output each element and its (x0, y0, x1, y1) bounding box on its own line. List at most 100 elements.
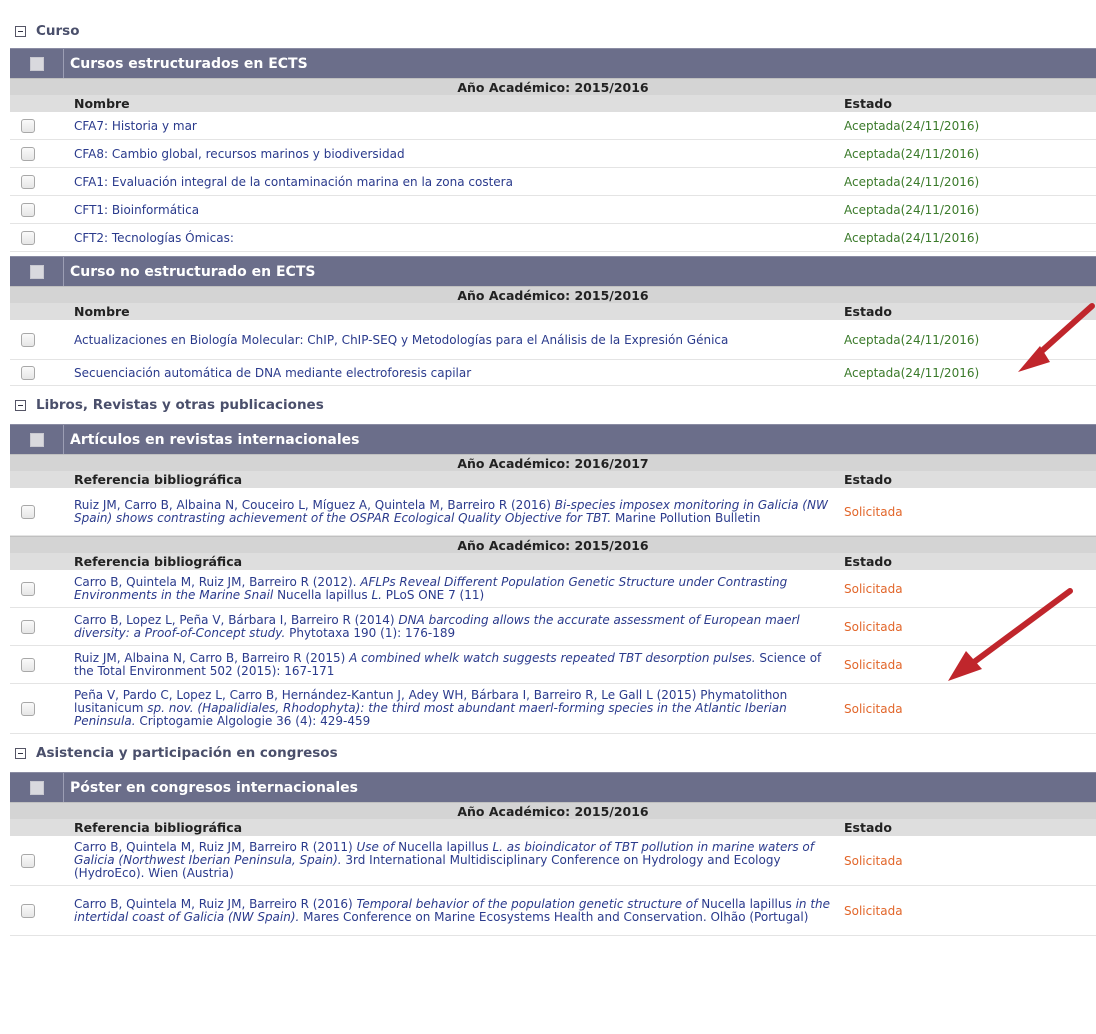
status-text: Aceptada(24/11/2016) (844, 174, 980, 189)
row-checkbox[interactable] (21, 657, 35, 672)
select-all-checkbox[interactable] (29, 264, 44, 279)
section-title: Asistencia y participación en congresos (36, 745, 338, 761)
category-header-poster: Póster en congresos internacionales (10, 772, 1096, 802)
table-row: Carro B, Quintela M, Ruiz JM, Barreiro R… (10, 570, 1096, 608)
select-all-cell[interactable] (10, 773, 64, 802)
col-name: Nombre (74, 304, 130, 319)
row-checkbox[interactable] (21, 174, 35, 189)
collapse-icon[interactable] (15, 25, 26, 37)
col-ref: Referencia bibliográfica (74, 472, 243, 487)
course-link[interactable]: CFT1: Bioinformática (74, 203, 199, 217)
col-state: Estado (844, 554, 892, 569)
row-checkbox[interactable] (21, 230, 35, 245)
col-ref: Referencia bibliográfica (74, 554, 243, 569)
table-row: Ruiz JM, Carro B, Albaina N, Couceiro L,… (10, 488, 1096, 536)
row-checkbox[interactable] (21, 619, 35, 634)
status-text: Aceptada(24/11/2016) (844, 202, 980, 217)
row-checkbox[interactable] (21, 118, 35, 133)
status-text: Solicitada (844, 619, 903, 634)
column-header: Referencia bibliográfica Estado (10, 471, 1096, 488)
row-checkbox[interactable] (21, 365, 35, 380)
table-row: Ruiz JM, Albaina N, Carro B, Barreiro R … (10, 646, 1096, 684)
status-text: Solicitada (844, 903, 903, 918)
row-checkbox[interactable] (21, 202, 35, 217)
category-title: Curso no estructurado en ECTS (70, 263, 316, 280)
collapse-icon[interactable] (15, 399, 26, 411)
status-text: Aceptada(24/11/2016) (844, 332, 980, 347)
status-text: Solicitada (844, 657, 903, 672)
row-checkbox[interactable] (21, 701, 35, 716)
status-text: Aceptada(24/11/2016) (844, 365, 980, 380)
col-state: Estado (844, 472, 892, 487)
select-all-checkbox[interactable] (29, 56, 44, 71)
status-text: Aceptada(24/11/2016) (844, 230, 980, 245)
section-title: Libros, Revistas y otras publicaciones (36, 397, 324, 413)
row-checkbox[interactable] (21, 581, 35, 596)
category-header-no-ects: Curso no estructurado en ECTS (10, 256, 1096, 286)
course-link[interactable]: CFT2: Tecnologías Ómicas: (74, 231, 234, 245)
year-bar: Año Académico: 2015/2016 (10, 536, 1096, 553)
row-checkbox[interactable] (21, 853, 35, 868)
collapse-icon[interactable] (15, 747, 26, 759)
col-state: Estado (844, 820, 892, 835)
table-row: CFA7: Historia y mar Aceptada(24/11/2016… (10, 112, 1096, 140)
section-title: Curso (36, 23, 80, 39)
table-row: Carro B, Quintela M, Ruiz JM, Barreiro R… (10, 836, 1096, 886)
reference[interactable]: Carro B, Quintela M, Ruiz JM, Barreiro R… (74, 575, 844, 602)
course-link[interactable]: CFA1: Evaluación integral de la contamin… (74, 175, 513, 189)
select-all-cell[interactable] (10, 425, 64, 454)
year-bar: Año Académico: 2015/2016 (10, 286, 1096, 303)
reference[interactable]: Carro B, Quintela M, Ruiz JM, Barreiro R… (74, 897, 844, 924)
table-row: Carro B, Lopez L, Peña V, Bárbara I, Bar… (10, 608, 1096, 646)
column-header: Referencia bibliográfica Estado (10, 819, 1096, 836)
table-row: Peña V, Pardo C, Lopez L, Carro B, Herná… (10, 684, 1096, 734)
section-libros[interactable]: Libros, Revistas y otras publicaciones (10, 386, 1096, 424)
reference[interactable]: Peña V, Pardo C, Lopez L, Carro B, Herná… (74, 689, 844, 728)
category-title: Póster en congresos internacionales (70, 779, 359, 796)
table-row: Actualizaciones en Biología Molecular: C… (10, 320, 1096, 360)
section-curso[interactable]: Curso (10, 8, 1096, 48)
year-bar: Año Académico: 2015/2016 (10, 802, 1096, 819)
row-checkbox[interactable] (21, 332, 35, 347)
reference[interactable]: Ruiz JM, Albaina N, Carro B, Barreiro R … (74, 651, 844, 678)
status-text: Solicitada (844, 504, 903, 519)
course-link[interactable]: Actualizaciones en Biología Molecular: C… (74, 333, 728, 347)
row-checkbox[interactable] (21, 903, 35, 918)
table-row: Carro B, Quintela M, Ruiz JM, Barreiro R… (10, 886, 1096, 936)
table-row: CFT1: Bioinformática Aceptada(24/11/2016… (10, 196, 1096, 224)
status-text: Solicitada (844, 701, 903, 716)
reference[interactable]: Carro B, Lopez L, Peña V, Bárbara I, Bar… (74, 613, 844, 640)
course-link[interactable]: Secuenciación automática de DNA mediante… (74, 366, 471, 380)
status-text: Solicitada (844, 853, 903, 868)
table-row: CFT2: Tecnologías Ómicas: Aceptada(24/11… (10, 224, 1096, 252)
category-header-articulos: Artículos en revistas internacionales (10, 424, 1096, 454)
category-title: Cursos estructurados en ECTS (70, 55, 308, 72)
select-all-cell[interactable] (10, 49, 64, 78)
row-checkbox[interactable] (21, 146, 35, 161)
year-bar: Año Académico: 2015/2016 (10, 78, 1096, 95)
course-link[interactable]: CFA7: Historia y mar (74, 119, 197, 133)
status-text: Aceptada(24/11/2016) (844, 146, 980, 161)
select-all-checkbox[interactable] (29, 432, 44, 447)
table-row: Secuenciación automática de DNA mediante… (10, 360, 1096, 386)
column-header: Referencia bibliográfica Estado (10, 553, 1096, 570)
course-link[interactable]: CFA8: Cambio global, recursos marinos y … (74, 147, 405, 161)
status-text: Aceptada(24/11/2016) (844, 118, 980, 133)
category-header-ects: Cursos estructurados en ECTS (10, 48, 1096, 78)
select-all-cell[interactable] (10, 257, 64, 286)
col-name: Nombre (74, 96, 130, 111)
content: Curso Cursos estructurados en ECTS Año A… (10, 8, 1096, 936)
col-state: Estado (844, 96, 892, 111)
reference[interactable]: Carro B, Quintela M, Ruiz JM, Barreiro R… (74, 841, 844, 880)
select-all-checkbox[interactable] (29, 780, 44, 795)
row-checkbox[interactable] (21, 504, 35, 519)
section-asistencia[interactable]: Asistencia y participación en congresos (10, 734, 1096, 772)
col-ref: Referencia bibliográfica (74, 820, 243, 835)
column-header: Nombre Estado (10, 95, 1096, 112)
reference[interactable]: Ruiz JM, Carro B, Albaina N, Couceiro L,… (74, 498, 844, 525)
category-title: Artículos en revistas internacionales (70, 431, 360, 448)
year-bar: Año Académico: 2016/2017 (10, 454, 1096, 471)
table-row: CFA1: Evaluación integral de la contamin… (10, 168, 1096, 196)
column-header: Nombre Estado (10, 303, 1096, 320)
col-state: Estado (844, 304, 892, 319)
